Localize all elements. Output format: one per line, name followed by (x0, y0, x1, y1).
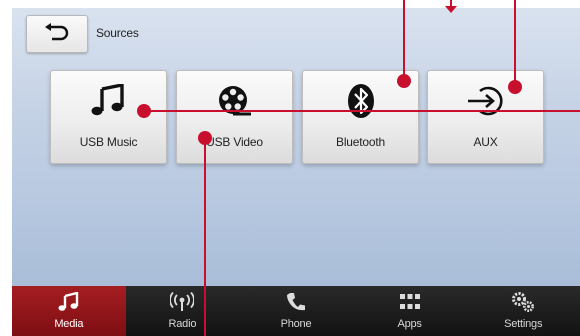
nav-label: Apps (397, 318, 422, 330)
phone-icon (239, 291, 353, 313)
source-tile-aux[interactable]: AUX (427, 70, 544, 164)
nav-item-radio[interactable]: Radio (126, 286, 240, 336)
callout-line-bluetooth (403, 0, 405, 80)
callout-line-aux (514, 0, 516, 86)
apps-grid-icon (353, 291, 467, 313)
infotainment-screenshot: Sources USB Music USB Video Bluetooth AU… (0, 0, 580, 336)
source-label: Bluetooth (336, 135, 385, 149)
callout-dot-usb-video (198, 131, 212, 145)
source-label: USB Video (206, 135, 263, 149)
nav-item-apps[interactable]: Apps (353, 286, 467, 336)
source-label: AUX (473, 135, 498, 149)
radio-signal-icon (126, 291, 240, 313)
callout-line-usb-music (144, 110, 580, 112)
source-tile-usb-video[interactable]: USB Video (176, 70, 293, 164)
nav-item-phone[interactable]: Phone (239, 286, 353, 336)
nav-label: Phone (280, 318, 312, 330)
back-arrow-icon (45, 23, 69, 41)
source-label: USB Music (79, 135, 138, 149)
source-tile-usb-music[interactable]: USB Music (50, 70, 167, 164)
callout-dot-bluetooth (397, 74, 411, 88)
sources-screen: Sources USB Music USB Video Bluetooth AU… (12, 8, 580, 286)
gears-icon (466, 291, 580, 313)
callout-dot-usb-music (137, 104, 151, 118)
film-reel-icon (177, 81, 292, 121)
nav-label: Media (54, 318, 84, 330)
callout-arrow-down-icon (445, 0, 457, 13)
callout-dot-aux (508, 80, 522, 94)
aux-input-icon (428, 81, 543, 121)
nav-label: Settings (504, 318, 543, 330)
music-note-icon (12, 291, 126, 313)
nav-item-settings[interactable]: Settings (466, 286, 580, 336)
page-title: Sources (96, 26, 139, 40)
callout-line-usb-video (204, 138, 206, 336)
nav-label: Radio (168, 318, 197, 330)
bottom-nav-bar: Media Radio Phone Apps Settings (12, 286, 580, 336)
nav-item-media[interactable]: Media (12, 286, 126, 336)
back-button[interactable] (26, 15, 88, 53)
